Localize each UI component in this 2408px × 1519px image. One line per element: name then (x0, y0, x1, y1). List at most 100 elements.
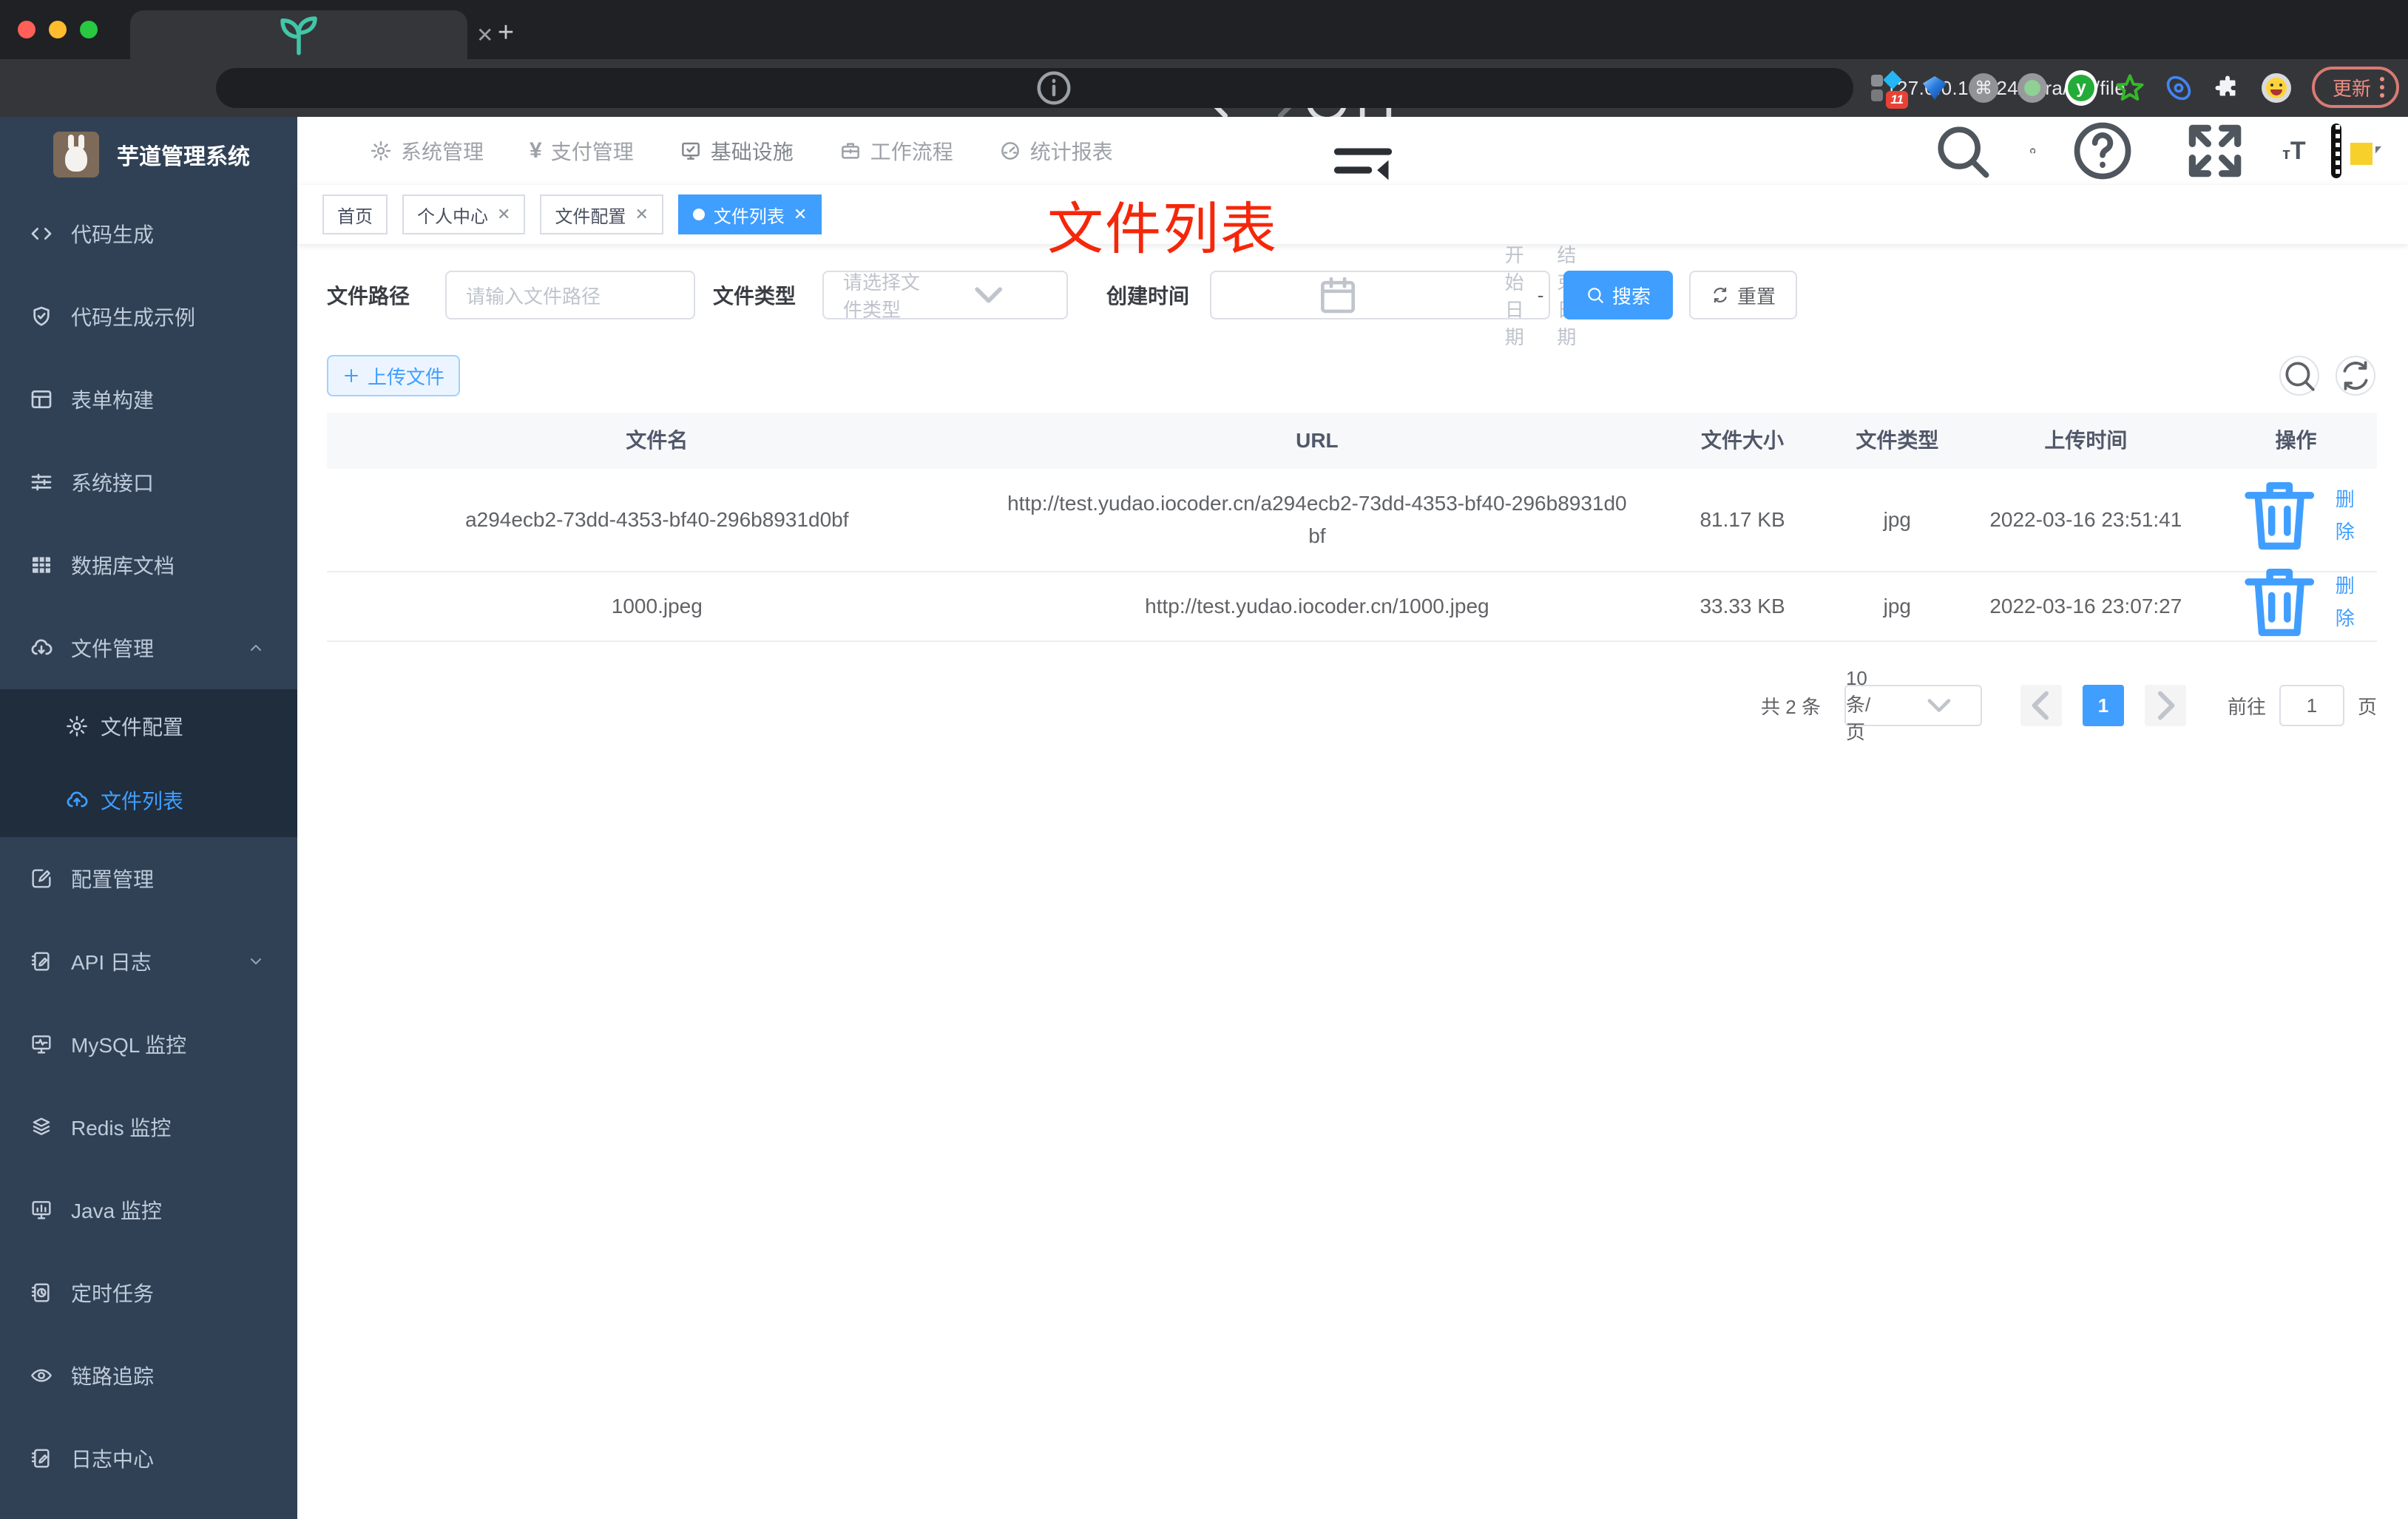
plus-icon (344, 369, 358, 382)
browser-update-button[interactable]: 更新 (2311, 67, 2399, 108)
top-nav-infrastructure[interactable]: 基础设施 (680, 136, 794, 166)
site-info-icon[interactable] (235, 68, 1873, 108)
trash-icon (2245, 482, 2315, 550)
browser-tab[interactable]: 芋道管理系统 ✕ (130, 10, 493, 59)
cell-file-type: jpg (1883, 595, 1911, 618)
page-suffix-label: 页 (2357, 695, 2377, 718)
cell-upload-time: 2022-03-16 23:07:27 (1989, 595, 2182, 618)
extension-gem-icon[interactable] (1918, 72, 1951, 104)
sidebar-item-file-config[interactable]: 文件配置 (0, 689, 297, 763)
sidebar-item-file-management[interactable]: 文件管理 (0, 606, 297, 689)
top-nav-workflow[interactable]: 工作流程 (839, 136, 953, 166)
logo-rabbit-avatar (53, 132, 99, 177)
browser-menu-icon[interactable] (2380, 77, 2384, 98)
prev-page-button[interactable] (2020, 685, 2062, 726)
sidebar-item-redis-monitor[interactable]: Redis 监控 (0, 1086, 297, 1168)
sidebar-item-file-list[interactable]: 文件列表 (0, 763, 297, 837)
github-icon[interactable] (2029, 137, 2035, 165)
tag-file-list[interactable]: 文件列表 ✕ (677, 194, 822, 234)
chevron-down-icon (251, 958, 261, 964)
sidebar-item-system-api[interactable]: 系统接口 (0, 441, 297, 524)
sidebar-item-tracing[interactable]: 链路追踪 (0, 1334, 297, 1417)
refresh-icon (1714, 287, 1727, 303)
extension-command-icon[interactable]: ⌘ (1967, 72, 2000, 104)
tag-profile[interactable]: 个人中心 ✕ (402, 194, 526, 234)
address-bar[interactable]: 127.0.0.1:1024/infra/file/file (216, 68, 2125, 108)
cell-file-name: 1000.jpeg (611, 595, 703, 618)
monitor-pulse-icon (32, 1035, 51, 1054)
font-size-icon[interactable]: тT (2282, 137, 2306, 166)
sidebar-item-mysql-monitor[interactable]: MySQL 监控 (0, 1003, 297, 1086)
extensions-row: 11 ⌘ y (1870, 68, 2293, 109)
sidebar-item-form-builder[interactable]: 表单构建 (0, 358, 297, 441)
notebook-clock-icon (31, 1283, 50, 1302)
window-minimize-button[interactable] (49, 21, 67, 38)
extension-badge-icon[interactable]: 11 (1870, 70, 1908, 109)
layers-icon (33, 1117, 50, 1135)
new-tab-button[interactable]: + (488, 15, 524, 50)
notebook-pen-icon (31, 1449, 50, 1468)
top-nav-payment[interactable]: ¥ 支付管理 (530, 136, 634, 166)
tag-home[interactable]: 首页 (322, 194, 388, 234)
sidebar-item-api-log[interactable]: API 日志 (0, 920, 297, 1003)
col-header-time: 上传时间 (2044, 429, 2128, 452)
code-icon (31, 228, 52, 240)
date-range-picker[interactable]: 开始日期 - 结束日期 (1210, 244, 1576, 348)
tag-file-config[interactable]: 文件配置 ✕ (540, 194, 663, 234)
extension-dot-icon[interactable] (2016, 72, 2049, 104)
search-icon[interactable] (1917, 117, 2007, 185)
sidebar-item-config-management[interactable]: 配置管理 (0, 837, 297, 920)
sidebar-item-code-gen[interactable]: 代码生成 (0, 192, 297, 275)
search-icon (2285, 362, 2315, 391)
sidebar-item-java-monitor[interactable]: Java 监控 (0, 1168, 297, 1251)
tag-close-icon[interactable]: ✕ (794, 205, 807, 224)
goto-label: 前往 (2227, 695, 2266, 718)
chevron-down-icon (975, 287, 1002, 303)
tag-close-icon[interactable]: ✕ (635, 205, 648, 224)
extension-y-icon[interactable]: y (2065, 70, 2097, 106)
help-icon[interactable] (2057, 117, 2148, 185)
refresh-table-button[interactable] (2336, 356, 2375, 396)
sidebar-logo[interactable]: 芋道管理系统 (0, 117, 297, 192)
window-zoom-button[interactable] (80, 21, 98, 38)
trash-icon (2245, 569, 2315, 637)
dashboard-icon (1001, 142, 1019, 160)
fullscreen-icon[interactable] (2170, 117, 2260, 185)
extension-emoji-icon[interactable] (2260, 72, 2293, 104)
top-nav-system[interactable]: 系统管理 (370, 136, 484, 166)
page-size-select[interactable]: 10条/页 (1844, 667, 1982, 743)
cloud-download-icon (31, 639, 53, 655)
tag-close-icon[interactable]: ✕ (497, 205, 510, 224)
top-nav-reports[interactable]: 统计报表 (999, 136, 1113, 166)
goto-page-input[interactable] (2279, 685, 2344, 726)
current-page-button[interactable]: 1 (2082, 685, 2124, 726)
window-close-button[interactable] (18, 21, 35, 38)
extensions-puzzle-icon[interactable] (2211, 72, 2244, 104)
reset-button[interactable]: 重置 (1689, 271, 1798, 319)
refresh-icon (2343, 361, 2368, 390)
start-date-placeholder: 开始日期 (1504, 244, 1524, 348)
monitor-bars-icon (32, 1201, 51, 1219)
toggle-search-button[interactable] (2279, 356, 2319, 396)
sidebar-item-log-center[interactable]: 日志中心 (0, 1417, 297, 1500)
delete-button[interactable]: 删除 (2233, 468, 2359, 562)
browser-tab-strip: 芋道管理系统 ✕ + (0, 0, 2408, 59)
delete-button[interactable]: 删除 (2233, 555, 2359, 649)
create-time-label: 创建时间 (1106, 285, 1190, 308)
table-row: a294ecb2-73dd-4353-bf40-296b8931d0bf htt… (327, 469, 2377, 572)
user-avatar[interactable] (2330, 124, 2377, 178)
search-button[interactable]: 搜索 (1563, 271, 1674, 319)
screen: 芋道管理系统 ✕ + 127.0.0.1:1024/infra/file/fil… (0, 0, 2408, 1519)
extension-star-icon[interactable] (2114, 72, 2146, 104)
upload-file-button[interactable]: 上传文件 (327, 355, 460, 396)
search-icon (1588, 288, 1603, 303)
extension-eye-icon[interactable] (2162, 72, 2195, 104)
file-path-input[interactable]: 请输入文件路径 (445, 271, 696, 319)
sidebar-item-code-gen-example[interactable]: 代码生成示例 (0, 275, 297, 358)
file-type-select[interactable]: 请选择文件类型 (822, 271, 1069, 321)
sidebar-item-scheduled-tasks[interactable]: 定时任务 (0, 1251, 297, 1334)
table-icon (33, 557, 50, 573)
pagination-total: 共 2 条 (1761, 695, 1821, 718)
sidebar-item-db-doc[interactable]: 数据库文档 (0, 524, 297, 606)
next-page-button[interactable] (2144, 685, 2186, 726)
